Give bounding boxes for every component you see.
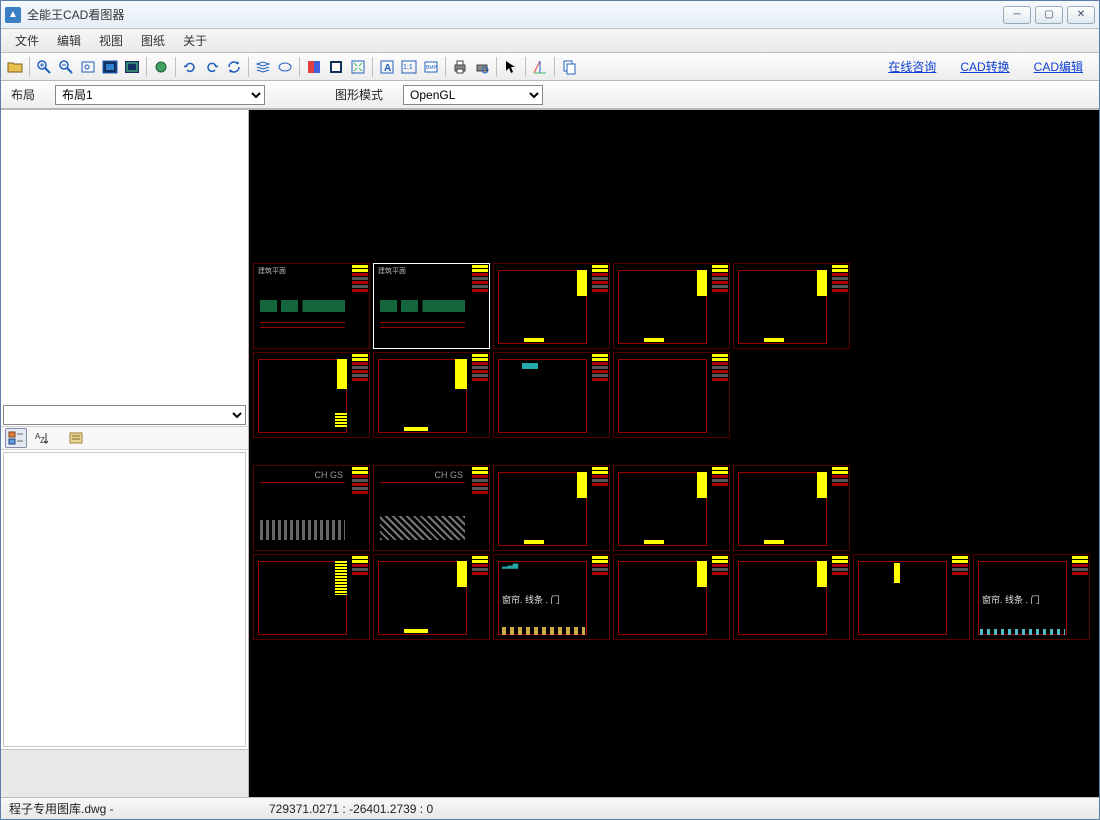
menubar: 文件 编辑 视图 图纸 关于 — [1, 29, 1099, 53]
view-categorized-icon[interactable] — [5, 428, 27, 448]
layout-thumb[interactable] — [253, 554, 370, 640]
layout-thumb[interactable] — [493, 352, 610, 438]
print-preview-icon[interactable] — [472, 57, 492, 77]
svg-text:1:1: 1:1 — [403, 64, 413, 71]
layout-thumb[interactable] — [733, 554, 850, 640]
link-cad-edit[interactable]: CAD编辑 — [1034, 58, 1083, 75]
sidebar-combo-row — [1, 404, 248, 426]
ellipse-icon[interactable] — [275, 57, 295, 77]
color-toggle-2-icon[interactable] — [326, 57, 346, 77]
layout-thumb[interactable]: ▂▃▅ 窗帘. 线条 . 门 — [493, 554, 610, 640]
fullscreen-icon[interactable] — [348, 57, 368, 77]
open-icon[interactable] — [5, 57, 25, 77]
statusbar: 程子专用图库.dwg - 729371.0271 : -26401.2739 :… — [1, 797, 1099, 819]
svg-text:BMP: BMP — [426, 65, 438, 71]
zoom-out-icon[interactable] — [56, 57, 76, 77]
view-alphabetical-icon[interactable]: AZ — [31, 428, 53, 448]
titlebar: ▲ 全能王CAD看图器 ─ ▢ ✕ — [1, 1, 1099, 29]
refresh-icon[interactable] — [224, 57, 244, 77]
mode-label: 图形模式 — [335, 86, 383, 103]
zoom-extents-icon[interactable] — [100, 57, 120, 77]
menu-drawing[interactable]: 图纸 — [133, 30, 173, 51]
print-icon[interactable] — [450, 57, 470, 77]
layout-thumb-selected[interactable]: 建筑平面 — [373, 263, 490, 349]
sidebar-tree-panel[interactable] — [1, 110, 248, 404]
status-filename: 程子专用图库.dwg - — [9, 800, 257, 817]
menu-file[interactable]: 文件 — [7, 30, 47, 51]
svg-text:A: A — [384, 63, 391, 74]
sidebar-properties-panel[interactable] — [3, 452, 246, 748]
layout-thumb[interactable] — [853, 554, 970, 640]
close-button[interactable]: ✕ — [1067, 6, 1095, 24]
layout-thumb[interactable] — [493, 465, 610, 551]
mode-select[interactable]: OpenGL — [403, 85, 543, 105]
separator — [496, 57, 497, 77]
separator — [299, 57, 300, 77]
layout-thumb[interactable]: CH GS — [373, 465, 490, 551]
toolbar-links: 在线咨询 CAD转换 CAD编辑 — [888, 58, 1095, 75]
app-window: ▲ 全能王CAD看图器 ─ ▢ ✕ 文件 编辑 视图 图纸 关于 — [0, 0, 1100, 820]
status-coordinates: 729371.0271 : -26401.2739 : 0 — [269, 802, 433, 816]
zoom-window-icon[interactable] — [78, 57, 98, 77]
dimension-icon[interactable]: 1:1 — [399, 57, 419, 77]
minimize-button[interactable]: ─ — [1003, 6, 1031, 24]
layout-thumb[interactable]: 建筑平面 — [253, 263, 370, 349]
layers-icon[interactable] — [253, 57, 273, 77]
pan-icon[interactable] — [151, 57, 171, 77]
separator — [445, 57, 446, 77]
drawing-canvas[interactable]: 建筑平面 建筑平面 — [249, 110, 1099, 797]
layout-thumb[interactable] — [613, 465, 730, 551]
sidebar-footer-panel — [1, 749, 248, 797]
layout-label: 布局 — [11, 86, 35, 103]
separator — [554, 57, 555, 77]
layout-thumb[interactable] — [613, 554, 730, 640]
bmp-export-icon[interactable]: BMP — [421, 57, 441, 77]
layout-thumb[interactable] — [733, 465, 850, 551]
view-list-icon[interactable] — [65, 428, 87, 448]
sidebar-filter-select[interactable] — [3, 405, 246, 425]
zoom-in-icon[interactable] — [34, 57, 54, 77]
main-area: AZ 建筑平面 建筑平面 — [1, 109, 1099, 797]
layout-thumb[interactable] — [373, 352, 490, 438]
layout-thumb[interactable] — [613, 352, 730, 438]
layout-thumb[interactable] — [373, 554, 490, 640]
rotate-ccw-icon[interactable] — [180, 57, 200, 77]
separator — [525, 57, 526, 77]
layout-thumb[interactable] — [733, 263, 850, 349]
menu-edit[interactable]: 编辑 — [49, 30, 89, 51]
separator — [29, 57, 30, 77]
menu-about[interactable]: 关于 — [175, 30, 215, 51]
sidebar-view-tools: AZ — [1, 426, 248, 450]
separator — [248, 57, 249, 77]
link-online-consult[interactable]: 在线咨询 — [888, 58, 936, 75]
link-cad-convert[interactable]: CAD转换 — [960, 58, 1009, 75]
maximize-button[interactable]: ▢ — [1035, 6, 1063, 24]
rotate-cw-icon[interactable] — [202, 57, 222, 77]
separator — [146, 57, 147, 77]
svg-text:Z: Z — [40, 436, 45, 445]
layout-thumb[interactable] — [493, 263, 610, 349]
layout-thumb[interactable] — [613, 263, 730, 349]
layout-thumb[interactable]: CH GS — [253, 465, 370, 551]
layout-thumb[interactable] — [253, 352, 370, 438]
separator — [175, 57, 176, 77]
measure-icon[interactable] — [530, 57, 550, 77]
layout-select[interactable]: 布局1 — [55, 85, 265, 105]
color-toggle-1-icon[interactable] — [304, 57, 324, 77]
layout-thumbnails: 建筑平面 建筑平面 — [253, 263, 1090, 643]
layout-thumb[interactable]: 窗帘. 线条 . 门 — [973, 554, 1090, 640]
app-icon: ▲ — [5, 7, 21, 23]
window-buttons: ─ ▢ ✕ — [1003, 6, 1095, 24]
zoom-fit-icon[interactable] — [122, 57, 142, 77]
copy-icon[interactable] — [559, 57, 579, 77]
options-bar: 布局 布局1 图形模式 OpenGL — [1, 81, 1099, 109]
separator — [372, 57, 373, 77]
sidebar: AZ — [1, 110, 249, 797]
window-title: 全能王CAD看图器 — [27, 6, 1003, 23]
toolbar: A 1:1 BMP 在线咨询 CAD转换 CAD编辑 — [1, 53, 1099, 81]
text-icon[interactable]: A — [377, 57, 397, 77]
menu-view[interactable]: 视图 — [91, 30, 131, 51]
select-icon[interactable] — [501, 57, 521, 77]
